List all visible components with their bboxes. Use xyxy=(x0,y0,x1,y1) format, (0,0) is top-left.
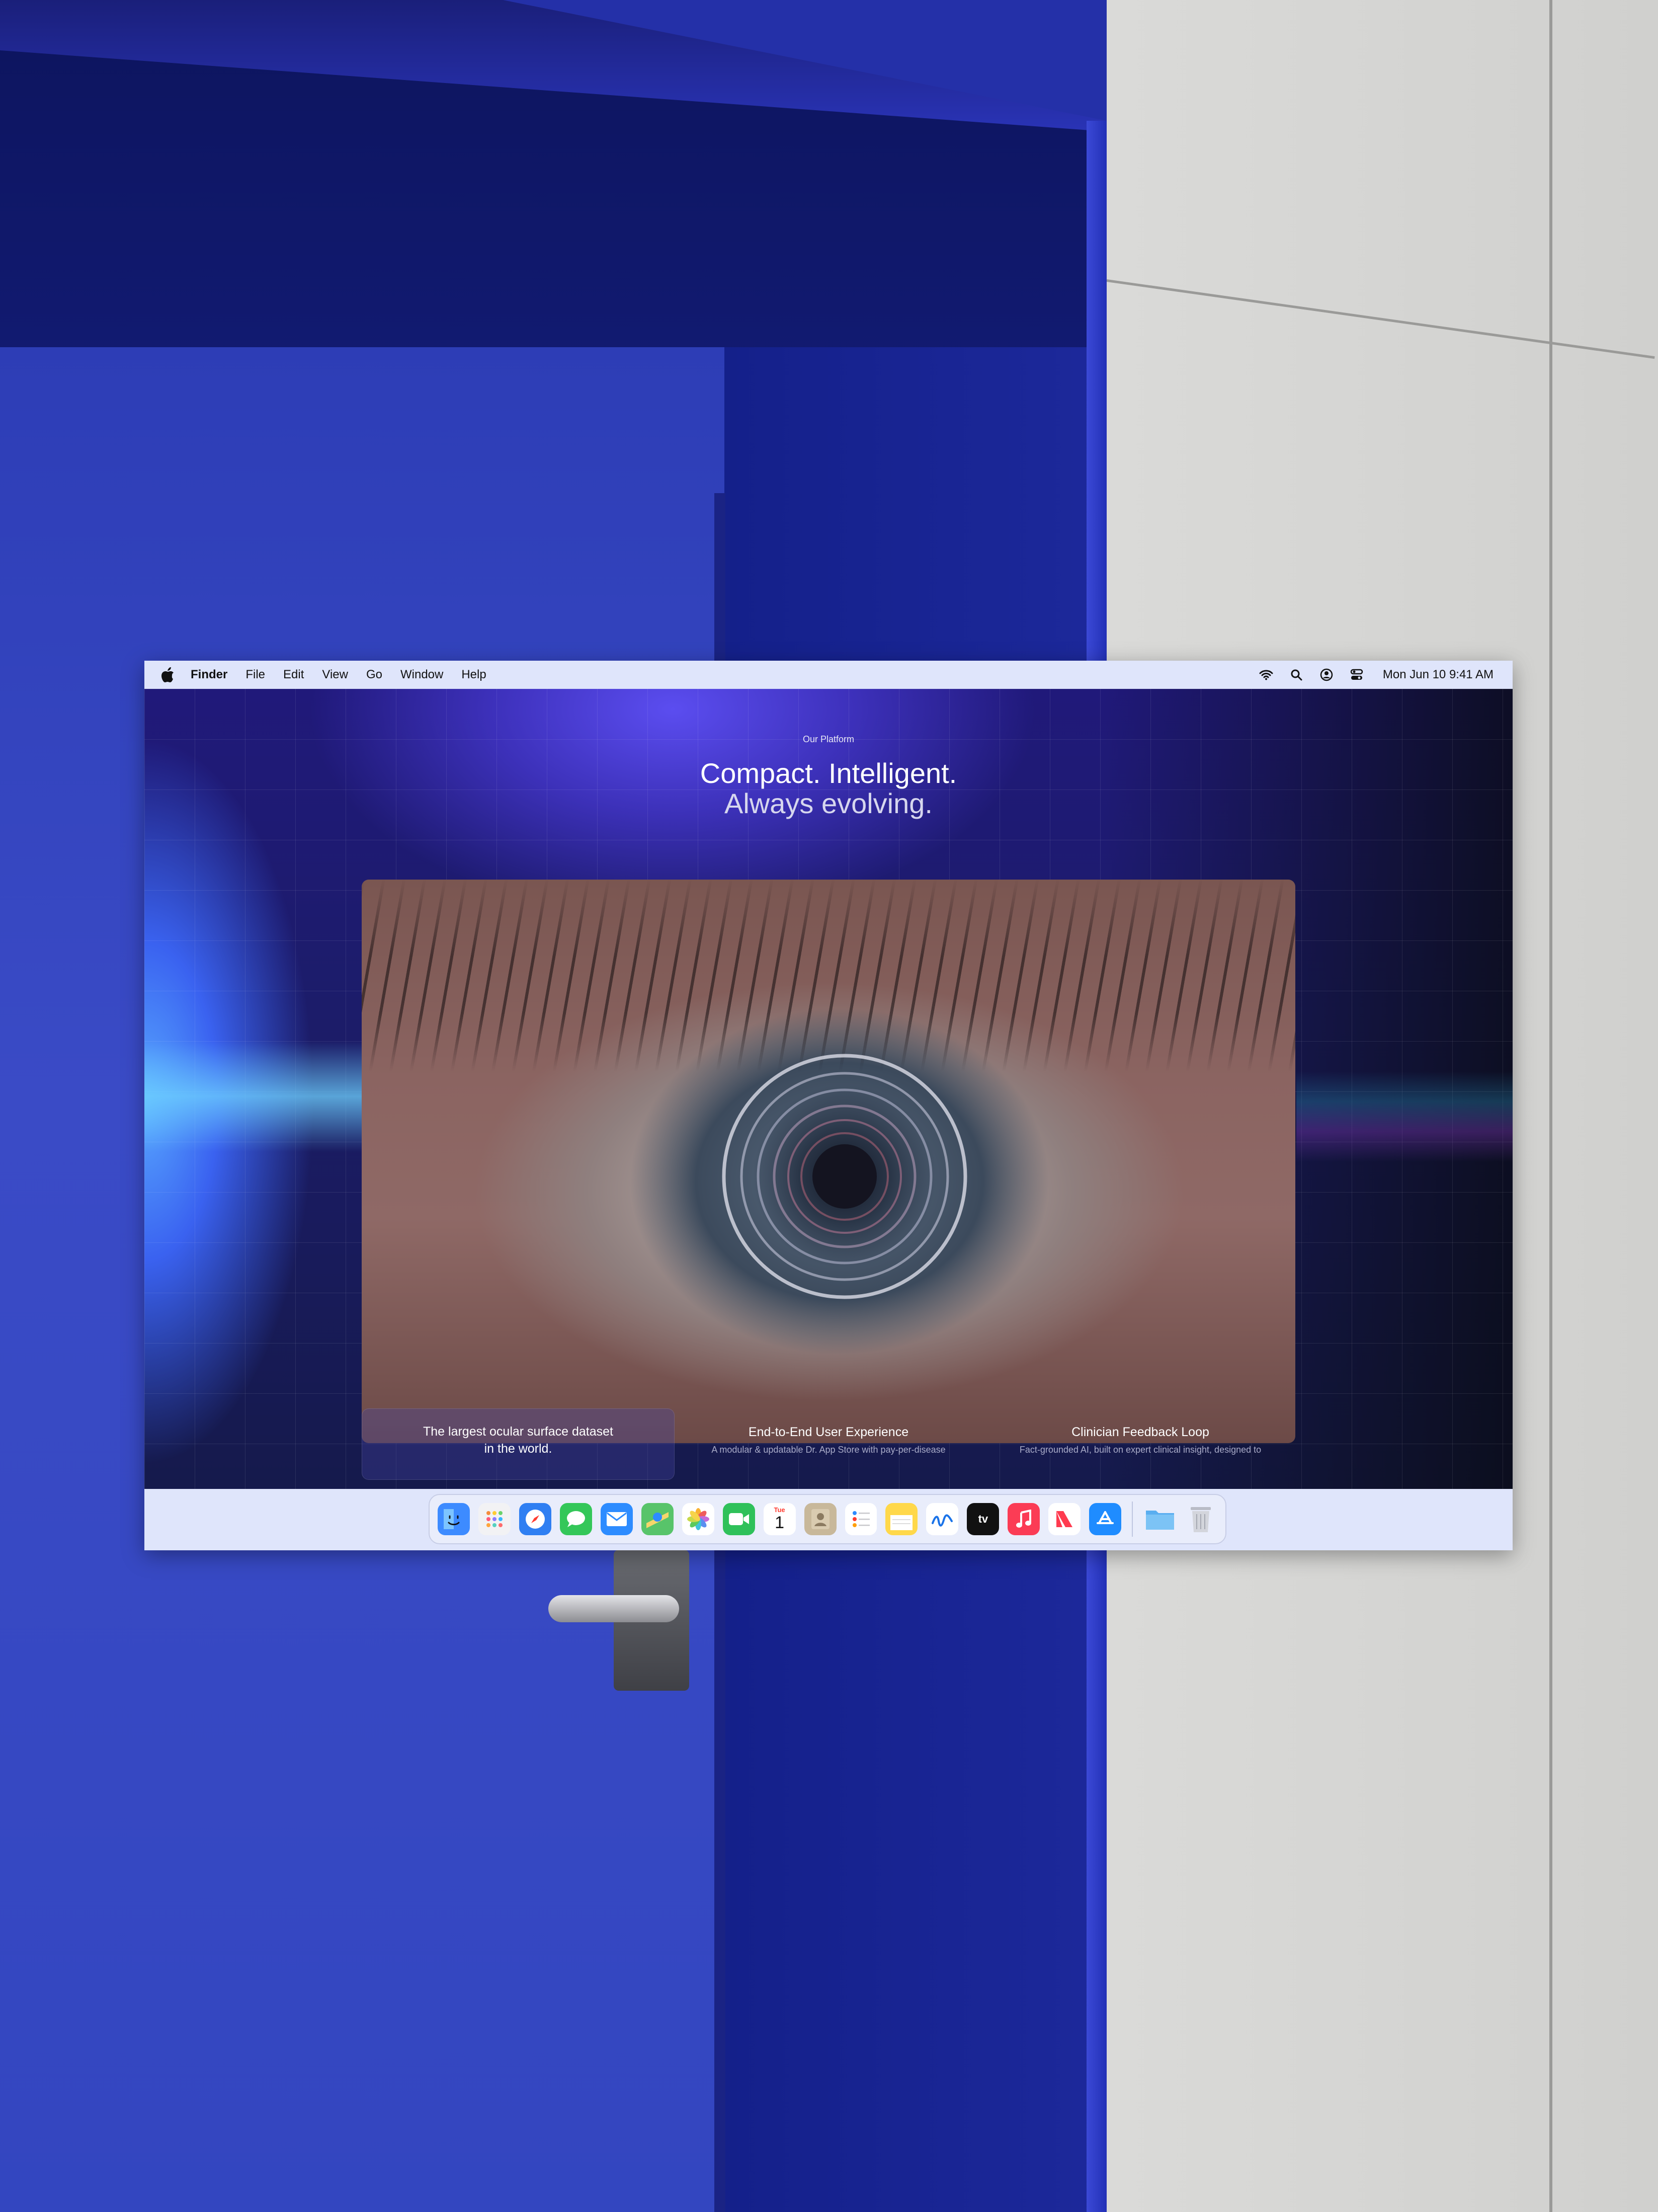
menu-window[interactable]: Window xyxy=(400,668,443,682)
dock: Tue 1 tv xyxy=(429,1494,1226,1544)
feature-row: The largest ocular surface dataset in th… xyxy=(144,1408,1513,1489)
headline-line-2: Always evolving. xyxy=(724,787,933,819)
feature-card-dataset[interactable]: The largest ocular surface dataset in th… xyxy=(362,1408,675,1480)
calendar-icon[interactable]: Tue 1 xyxy=(763,1503,796,1535)
tv-label: tv xyxy=(978,1513,988,1525)
facetime-icon[interactable] xyxy=(722,1503,755,1535)
folder-icon[interactable] xyxy=(1144,1503,1176,1535)
apple-logo-icon[interactable] xyxy=(159,666,177,683)
feature-user-experience[interactable]: End-to-End User Experience A modular & u… xyxy=(703,1424,954,1455)
light-glow-right xyxy=(1296,1071,1513,1162)
messages-icon[interactable] xyxy=(559,1503,592,1535)
calendar-month: Tue xyxy=(774,1506,785,1514)
calendar-day: 1 xyxy=(775,1513,785,1532)
photos-icon[interactable] xyxy=(682,1503,714,1535)
hero-eye-video[interactable] xyxy=(362,880,1295,1443)
app-store-icon[interactable] xyxy=(1089,1503,1122,1535)
feature-description: A modular & updatable Dr. App Store with… xyxy=(711,1445,946,1455)
tile-seam xyxy=(1549,0,1552,2212)
desktop-screen: Finder File Edit View Go Window Help Mon… xyxy=(144,661,1513,1550)
news-icon[interactable] xyxy=(1048,1503,1081,1535)
search-icon[interactable] xyxy=(1288,667,1304,683)
menu-file[interactable]: File xyxy=(245,668,265,682)
maps-icon[interactable] xyxy=(641,1503,674,1535)
feature-title: The largest ocular surface dataset in th… xyxy=(423,1425,613,1456)
menu-go[interactable]: Go xyxy=(366,668,382,682)
feature-title: Clinician Feedback Loop xyxy=(1071,1425,1209,1439)
wifi-icon[interactable] xyxy=(1258,667,1274,683)
light-glow-left xyxy=(144,1041,366,1152)
headline-line-1: Compact. Intelligent. xyxy=(700,757,957,789)
section-eyebrow: Our Platform xyxy=(802,734,855,744)
dock-separator xyxy=(1132,1502,1133,1537)
menu-view[interactable]: View xyxy=(322,668,348,682)
door-handle xyxy=(548,1595,679,1622)
tv-icon[interactable]: tv xyxy=(967,1503,1000,1535)
freeform-icon[interactable] xyxy=(926,1503,959,1535)
eyelashes xyxy=(362,880,1295,1071)
contacts-icon[interactable] xyxy=(804,1503,837,1535)
mail-icon[interactable] xyxy=(600,1503,633,1535)
user-icon[interactable] xyxy=(1318,667,1335,683)
launchpad-icon[interactable] xyxy=(478,1503,511,1535)
dock-area: Tue 1 tv xyxy=(144,1489,1513,1550)
iris-scan-rings-icon xyxy=(722,1054,967,1299)
status-area: Mon Jun 10 9:41 AM xyxy=(1258,667,1494,683)
control-center-icon[interactable] xyxy=(1349,667,1365,683)
menu-app-name[interactable]: Finder xyxy=(191,668,227,682)
menu-clock[interactable]: Mon Jun 10 9:41 AM xyxy=(1383,668,1494,682)
menu-help[interactable]: Help xyxy=(461,668,486,682)
menu-edit[interactable]: Edit xyxy=(283,668,304,682)
website-viewport: Our Platform Compact. Intelligent. Alway… xyxy=(144,689,1513,1489)
menu-bar: Finder File Edit View Go Window Help Mon… xyxy=(144,661,1513,689)
music-icon[interactable] xyxy=(1008,1503,1040,1535)
notes-icon[interactable] xyxy=(885,1503,918,1535)
finder-icon[interactable] xyxy=(438,1503,470,1535)
safari-icon[interactable] xyxy=(519,1503,551,1535)
section-headline: Compact. Intelligent. Always evolving. xyxy=(144,758,1513,819)
reminders-icon[interactable] xyxy=(845,1503,877,1535)
feature-clinician-loop[interactable]: Clinician Feedback Loop Fact-grounded AI… xyxy=(994,1424,1286,1455)
trash-icon[interactable] xyxy=(1185,1503,1217,1535)
feature-description: Fact-grounded AI, built on expert clinic… xyxy=(1019,1445,1262,1455)
feature-title: End-to-End User Experience xyxy=(748,1425,909,1439)
